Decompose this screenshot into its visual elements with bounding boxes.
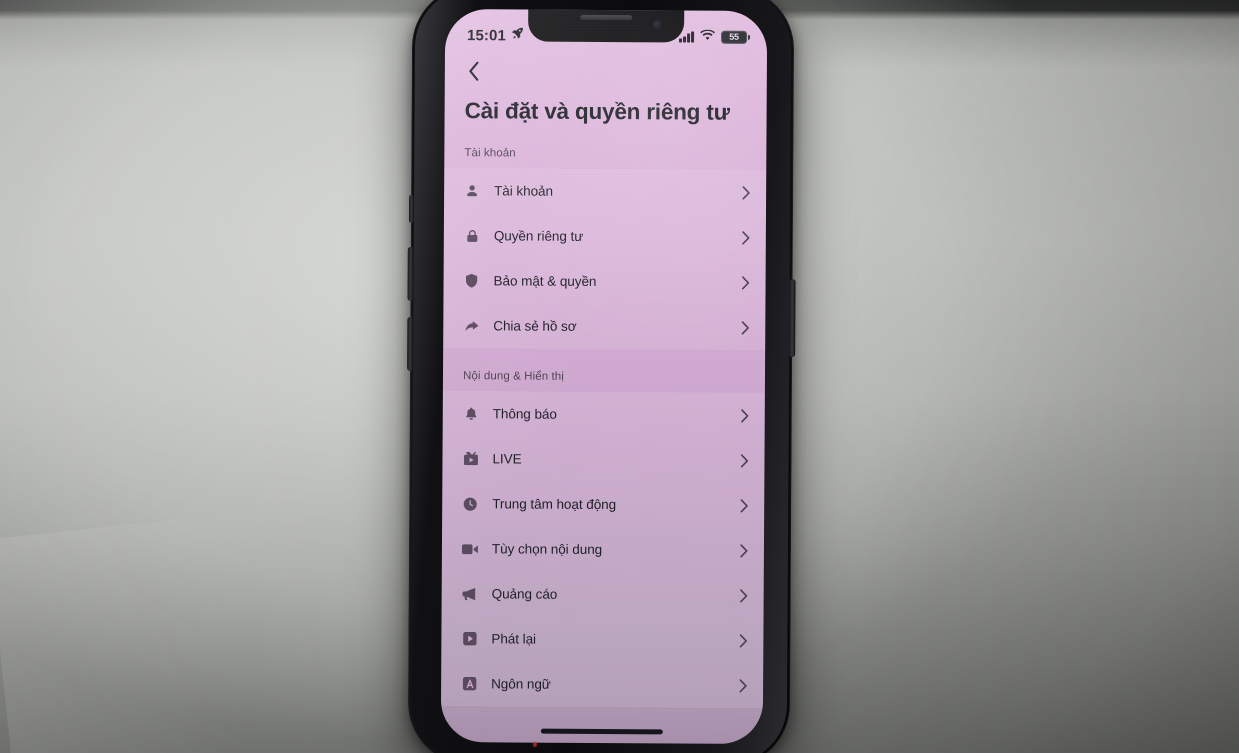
settings-row-label: Bảo mật & quyền [493, 273, 597, 290]
settings-row-trung-tam-hoat-dong[interactable]: Trung tâm hoạt động [442, 481, 764, 528]
play-box-icon [459, 629, 479, 649]
settings-row-label: Thông báo [492, 406, 557, 422]
chevron-left-icon [468, 61, 480, 81]
section-header-content-display: Nội dung & Hiển thị [462, 370, 565, 383]
bell-icon [461, 404, 481, 424]
status-bar-right: 55 [679, 27, 748, 46]
settings-row-label: Tài khoản [494, 183, 554, 199]
settings-page: Cài đặt và quyền riêng tư Tài khoản Tài … [440, 51, 767, 744]
megaphone-icon [460, 584, 480, 604]
settings-group-account: Tài khoản Quyền riêng tư Bảo mật & quyền… [443, 168, 767, 351]
settings-row-label: Quảng cáo [491, 586, 558, 602]
settings-row-chia-se-ho-so[interactable]: Chia sẻ hồ sơ [443, 303, 765, 350]
chevron-right-icon [741, 408, 749, 423]
battery-level-label: 55 [729, 31, 739, 42]
chevron-right-icon [740, 453, 749, 468]
home-indicator[interactable] [540, 728, 663, 735]
settings-row-phat-lai[interactable]: Phát lại [441, 616, 763, 663]
earpiece-speaker [580, 14, 633, 21]
settings-row-ngon-ngu[interactable]: Ngôn ngữ [441, 661, 763, 708]
live-tv-icon [460, 449, 480, 469]
status-clock: 15:01 [467, 26, 507, 44]
settings-row-quyen-rieng-tu[interactable]: Quyền riêng tư [444, 213, 766, 260]
settings-row-label: Tùy chọn nội dung [491, 541, 603, 558]
settings-row-live[interactable]: LIVE [442, 436, 764, 483]
chevron-right-icon [742, 185, 750, 200]
navigation-bar [445, 51, 767, 93]
phone-device: 15:01 55 Cài đặt và quyền riêng tư Tài k… [407, 0, 796, 753]
page-title: Cài đặt và quyền riêng tư [464, 98, 730, 125]
chevron-right-icon [739, 678, 747, 693]
rocket-icon [511, 26, 524, 44]
lock-icon [462, 226, 482, 246]
volume-down-button[interactable] [407, 316, 414, 371]
chevron-right-icon [742, 230, 750, 245]
video-camera-icon [460, 539, 480, 559]
power-button[interactable] [789, 279, 796, 358]
settings-row-bao-mat-quyen[interactable]: Bảo mật & quyền [443, 258, 765, 305]
phone-screen: 15:01 55 Cài đặt và quyền riêng tư Tài k… [440, 9, 768, 744]
settings-row-tuy-chon-noi-dung[interactable]: Tùy chọn nội dung [442, 526, 764, 573]
display-notch [528, 9, 685, 43]
desk-highlight-streak [0, 501, 372, 753]
chevron-right-icon [739, 633, 747, 648]
settings-row-label: Trung tâm hoạt động [492, 496, 617, 513]
settings-row-label: Chia sẻ hồ sơ [493, 318, 577, 334]
volume-up-button[interactable] [407, 246, 414, 301]
back-button[interactable] [459, 56, 489, 86]
chevron-right-icon [740, 498, 748, 513]
settings-group-content-display: Thông báo LIVE Trung tâm hoạt động Tùy c… [440, 391, 765, 709]
settings-row-quang-cao[interactable]: Quảng cáo [442, 571, 764, 618]
letter-a-box-icon [459, 674, 479, 694]
wifi-icon [700, 28, 715, 46]
person-icon [462, 181, 482, 201]
shield-icon [462, 271, 482, 291]
chevron-right-icon [741, 275, 750, 290]
settings-row-tai-khoan[interactable]: Tài khoản [444, 168, 766, 215]
status-led-reflection [533, 742, 537, 747]
settings-row-label: Ngôn ngữ [491, 676, 551, 692]
settings-row-thong-bao[interactable]: Thông báo [443, 391, 765, 438]
clock-icon [460, 494, 480, 514]
share-arrow-icon [461, 316, 481, 336]
chevron-right-icon [740, 543, 748, 558]
settings-row-label: Quyền riêng tư [493, 228, 584, 245]
status-bar-left: 15:01 [467, 26, 524, 44]
settings-row-label: LIVE [492, 451, 522, 467]
mute-switch-button[interactable] [408, 194, 415, 223]
settings-row-label: Phát lại [491, 631, 537, 647]
battery-icon: 55 [721, 30, 748, 44]
chevron-right-icon [741, 320, 749, 335]
chevron-right-icon [740, 588, 748, 603]
front-camera [653, 20, 663, 30]
cellular-signal-icon [679, 31, 695, 43]
section-header-account: Tài khoản [464, 147, 516, 160]
